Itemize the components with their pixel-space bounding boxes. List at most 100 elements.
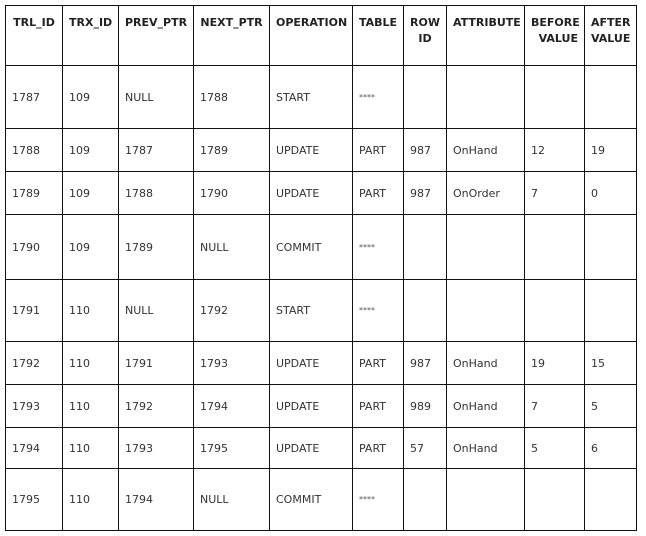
cell-operation: COMMIT <box>269 214 353 280</box>
cell-prev-ptr: 1788 <box>118 171 194 215</box>
cell-trl-id: 1787 <box>5 65 63 129</box>
header-next-ptr: NEXT_PTR <box>193 5 270 66</box>
cell-row-id: 987 <box>403 341 447 385</box>
cell-trl-id: 1788 <box>5 128 63 172</box>
cell-before-value: 5 <box>524 427 585 469</box>
header-attribute: ATTRIBUTE <box>446 5 525 66</box>
cell-table: PART <box>352 427 404 469</box>
table-row: 1793 110 1792 1794 UPDATE PART 989 OnHand 7 5 <box>5 384 637 428</box>
cell-row-id <box>403 279 447 342</box>
cell-next-ptr: 1792 <box>193 279 270 342</box>
transaction-log-table: TRL_ID TRX_ID PREV_PTR NEXT_PTR OPERATIO… <box>5 5 637 531</box>
header-trl-id: TRL_ID <box>5 5 63 66</box>
cell-table: PART <box>352 341 404 385</box>
cell-before-value <box>524 65 585 129</box>
cell-table: PART <box>352 171 404 215</box>
cell-prev-ptr: 1792 <box>118 384 194 428</box>
cell-next-ptr: 1789 <box>193 128 270 172</box>
header-operation: OPERATION <box>269 5 353 66</box>
cell-attribute <box>446 468 525 531</box>
cell-next-ptr: 1794 <box>193 384 270 428</box>
cell-trx-id: 110 <box>62 384 119 428</box>
cell-attribute: OnHand <box>446 427 525 469</box>
cell-attribute <box>446 65 525 129</box>
cell-trx-id: 110 <box>62 468 119 531</box>
cell-row-id: 989 <box>403 384 447 428</box>
cell-trx-id: 110 <box>62 341 119 385</box>
cell-prev-ptr: 1787 <box>118 128 194 172</box>
cell-after-value: 15 <box>584 341 637 385</box>
table-row: 1792 110 1791 1793 UPDATE PART 987 OnHand 19 15 <box>5 341 637 385</box>
table-row: 1787 109 NULL 1788 START **** <box>5 65 637 129</box>
cell-row-id: 57 <box>403 427 447 469</box>
header-row-id: ROW ID <box>403 5 447 66</box>
cell-before-value <box>524 214 585 280</box>
cell-attribute: OnOrder <box>446 171 525 215</box>
cell-operation: START <box>269 65 353 129</box>
table-body: 1787 109 NULL 1788 START **** 1788 109 1787 1789 U… <box>5 65 637 531</box>
cell-prev-ptr: NULL <box>118 65 194 129</box>
cell-after-value: 19 <box>584 128 637 172</box>
header-prev-ptr: PREV_PTR <box>118 5 194 66</box>
table-row: 1788 109 1787 1789 UPDATE PART 987 OnHand 12 19 <box>5 128 637 172</box>
cell-table: **** <box>352 279 404 342</box>
cell-next-ptr: NULL <box>193 468 270 531</box>
cell-next-ptr: 1795 <box>193 427 270 469</box>
cell-table: **** <box>352 468 404 531</box>
cell-operation: UPDATE <box>269 427 353 469</box>
cell-trl-id: 1794 <box>5 427 63 469</box>
cell-after-value <box>584 279 637 342</box>
cell-prev-ptr: 1794 <box>118 468 194 531</box>
cell-operation: UPDATE <box>269 128 353 172</box>
cell-row-id: 987 <box>403 128 447 172</box>
cell-row-id <box>403 214 447 280</box>
cell-row-id <box>403 468 447 531</box>
cell-after-value <box>584 65 637 129</box>
cell-prev-ptr: 1793 <box>118 427 194 469</box>
cell-prev-ptr: NULL <box>118 279 194 342</box>
header-before-value: BEFORE VALUE <box>524 5 585 66</box>
cell-trx-id: 109 <box>62 214 119 280</box>
cell-row-id <box>403 65 447 129</box>
cell-operation: UPDATE <box>269 341 353 385</box>
cell-trx-id: 110 <box>62 427 119 469</box>
cell-attribute <box>446 279 525 342</box>
cell-prev-ptr: 1789 <box>118 214 194 280</box>
cell-table: **** <box>352 214 404 280</box>
cell-prev-ptr: 1791 <box>118 341 194 385</box>
cell-trl-id: 1790 <box>5 214 63 280</box>
cell-attribute: OnHand <box>446 341 525 385</box>
cell-next-ptr: 1790 <box>193 171 270 215</box>
cell-trx-id: 110 <box>62 279 119 342</box>
cell-operation: START <box>269 279 353 342</box>
header-after-value: AFTER VALUE <box>584 5 637 66</box>
cell-trx-id: 109 <box>62 171 119 215</box>
cell-next-ptr: NULL <box>193 214 270 280</box>
table-row: 1791 110 NULL 1792 START **** <box>5 279 637 342</box>
cell-after-value: 6 <box>584 427 637 469</box>
cell-before-value <box>524 279 585 342</box>
cell-operation: COMMIT <box>269 468 353 531</box>
cell-trl-id: 1793 <box>5 384 63 428</box>
cell-trl-id: 1795 <box>5 468 63 531</box>
header-trx-id: TRX_ID <box>62 5 119 66</box>
cell-table: PART <box>352 384 404 428</box>
header-row: TRL_ID TRX_ID PREV_PTR NEXT_PTR OPERATIO… <box>5 5 637 66</box>
cell-before-value: 7 <box>524 171 585 215</box>
cell-trx-id: 109 <box>62 65 119 129</box>
cell-after-value: 0 <box>584 171 637 215</box>
cell-next-ptr: 1788 <box>193 65 270 129</box>
cell-before-value: 19 <box>524 341 585 385</box>
cell-after-value <box>584 468 637 531</box>
cell-table: PART <box>352 128 404 172</box>
table-row: 1795 110 1794 NULL COMMIT **** <box>5 468 637 531</box>
cell-after-value: 5 <box>584 384 637 428</box>
cell-row-id: 987 <box>403 171 447 215</box>
cell-before-value <box>524 468 585 531</box>
cell-before-value: 7 <box>524 384 585 428</box>
cell-trl-id: 1791 <box>5 279 63 342</box>
cell-operation: UPDATE <box>269 171 353 215</box>
cell-after-value <box>584 214 637 280</box>
cell-attribute <box>446 214 525 280</box>
cell-next-ptr: 1793 <box>193 341 270 385</box>
